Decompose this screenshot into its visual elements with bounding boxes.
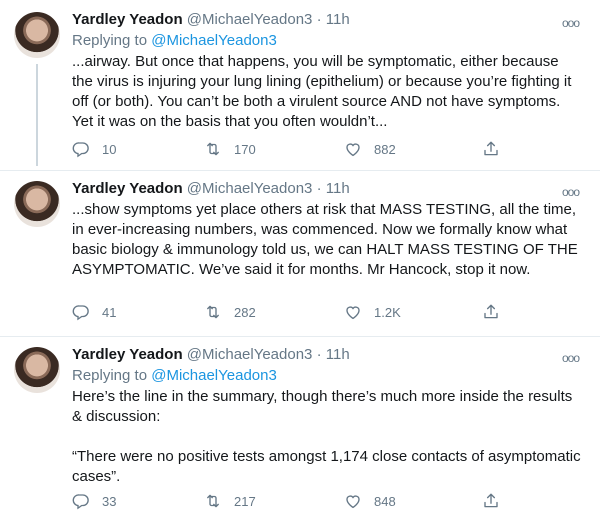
tweet-actions: 41 282 1.2K xyxy=(72,303,512,323)
share-icon xyxy=(482,140,500,158)
like-count: 882 xyxy=(374,141,396,157)
retweet-count: 217 xyxy=(234,493,256,509)
tweet-3[interactable]: ooo Yardley Yeadon @MichaelYeadon3 · 11h… xyxy=(0,337,600,523)
avatar[interactable] xyxy=(14,12,60,58)
separator: · xyxy=(316,11,322,28)
tweet-text-body: ...show symptoms yet place others at ris… xyxy=(72,201,578,278)
like-count: 848 xyxy=(374,493,396,509)
replying-to: Replying to @MichaelYeadon3 xyxy=(72,31,582,51)
tweet-text: ...airway. But once that happens, you wi… xyxy=(72,52,582,132)
like-button[interactable]: 848 xyxy=(344,492,396,510)
like-count: 1.2K xyxy=(374,304,401,320)
replying-to-label: Replying to xyxy=(72,32,148,49)
tweet-actions: 33 217 848 xyxy=(72,492,512,512)
retweet-button[interactable]: 217 xyxy=(204,492,256,510)
share-button[interactable] xyxy=(482,492,512,510)
reply-icon xyxy=(72,303,90,321)
tweet-text-body: ...airway. But once that happens, you wi… xyxy=(72,53,572,130)
reply-count: 10 xyxy=(102,141,117,157)
retweet-button[interactable]: 170 xyxy=(204,140,256,158)
reply-count: 33 xyxy=(102,493,117,509)
thread-connector xyxy=(36,64,38,166)
user-handle[interactable]: @MichaelYeadon3 xyxy=(187,346,313,363)
timestamp[interactable]: 11h xyxy=(326,180,350,197)
share-icon xyxy=(482,303,500,321)
replying-to-link[interactable]: @MichaelYeadon3 xyxy=(151,32,277,49)
reply-button[interactable]: 41 xyxy=(72,303,116,321)
display-name[interactable]: Yardley Yeadon xyxy=(72,11,183,28)
tweet-text: Here’s the line in the summary, though t… xyxy=(72,387,582,487)
avatar[interactable] xyxy=(14,181,60,227)
retweet-icon xyxy=(204,492,222,510)
user-handle[interactable]: @MichaelYeadon3 xyxy=(187,11,313,28)
display-name[interactable]: Yardley Yeadon xyxy=(72,180,183,197)
separator: · xyxy=(316,346,322,363)
replying-to-link[interactable]: @MichaelYeadon3 xyxy=(151,367,277,384)
reply-count: 41 xyxy=(102,304,117,320)
tweet-text-paragraph: Here’s the line in the summary, though t… xyxy=(72,388,573,425)
separator: · xyxy=(316,180,322,197)
timestamp[interactable]: 11h xyxy=(326,346,350,363)
tweet-header: Yardley Yeadon @MichaelYeadon3 · 11h xyxy=(72,10,582,30)
like-button[interactable]: 882 xyxy=(344,140,396,158)
tweet-header: Yardley Yeadon @MichaelYeadon3 · 11h xyxy=(72,345,582,365)
retweet-count: 170 xyxy=(234,141,256,157)
tweet-text: ...show symptoms yet place others at ris… xyxy=(72,200,582,280)
timestamp[interactable]: 11h xyxy=(326,11,350,28)
retweet-count: 282 xyxy=(234,304,256,320)
display-name[interactable]: Yardley Yeadon xyxy=(72,346,183,363)
tweet-thread: ooo Yardley Yeadon @MichaelYeadon3 · 11h… xyxy=(0,0,600,523)
reply-button[interactable]: 10 xyxy=(72,140,116,158)
user-handle[interactable]: @MichaelYeadon3 xyxy=(187,180,313,197)
replying-to-label: Replying to xyxy=(72,367,148,384)
share-icon xyxy=(482,492,500,510)
reply-icon xyxy=(72,140,90,158)
retweet-icon xyxy=(204,303,222,321)
avatar[interactable] xyxy=(14,347,60,393)
retweet-icon xyxy=(204,140,222,158)
reply-button[interactable]: 33 xyxy=(72,492,116,510)
heart-icon xyxy=(344,140,362,158)
heart-icon xyxy=(344,492,362,510)
retweet-button[interactable]: 282 xyxy=(204,303,256,321)
share-button[interactable] xyxy=(482,303,512,321)
tweet-actions: 10 170 882 xyxy=(72,140,512,160)
tweet-2[interactable]: ooo Yardley Yeadon @MichaelYeadon3 · 11h… xyxy=(0,171,600,336)
heart-icon xyxy=(344,303,362,321)
like-button[interactable]: 1.2K xyxy=(344,303,401,321)
reply-icon xyxy=(72,492,90,510)
tweet-header: Yardley Yeadon @MichaelYeadon3 · 11h xyxy=(72,179,582,199)
tweet-1[interactable]: ooo Yardley Yeadon @MichaelYeadon3 · 11h… xyxy=(0,0,600,170)
share-button[interactable] xyxy=(482,140,512,158)
tweet-text-quote: “There were no positive tests amongst 1,… xyxy=(72,448,581,485)
replying-to: Replying to @MichaelYeadon3 xyxy=(72,366,582,386)
